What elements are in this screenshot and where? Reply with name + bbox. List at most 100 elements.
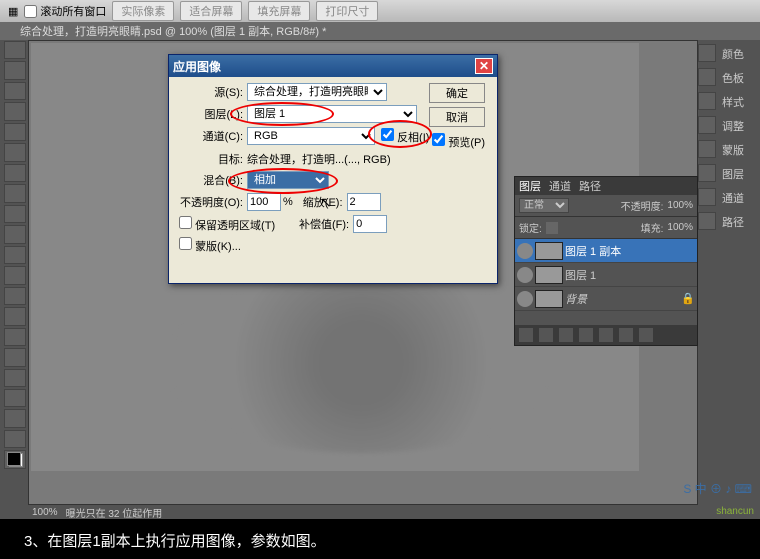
scroll-all-checkbox[interactable]: 滚动所有窗口 bbox=[24, 3, 106, 19]
opacity-input[interactable] bbox=[247, 193, 281, 211]
adjustment-icon[interactable] bbox=[579, 328, 593, 342]
layers-panel-icon[interactable] bbox=[698, 164, 716, 182]
zoom-tool-icon[interactable] bbox=[4, 430, 26, 448]
crop-tool-icon[interactable] bbox=[4, 123, 26, 141]
fg-color-icon[interactable] bbox=[7, 452, 21, 466]
eraser-tool-icon[interactable] bbox=[4, 246, 26, 264]
right-sidebar: 颜色 色板 样式 调整 蒙版 图层 通道 路径 bbox=[698, 40, 760, 500]
link-icon[interactable] bbox=[519, 328, 533, 342]
target-label: 目标: bbox=[179, 151, 247, 167]
scale-input[interactable] bbox=[347, 193, 381, 211]
cancel-button[interactable]: 取消 bbox=[429, 107, 485, 127]
mask-icon[interactable] bbox=[559, 328, 573, 342]
channels-panel-icon[interactable] bbox=[698, 188, 716, 206]
blur-tool-icon[interactable] bbox=[4, 287, 26, 305]
pen-tool-icon[interactable] bbox=[4, 328, 26, 346]
close-icon[interactable]: ✕ bbox=[475, 58, 493, 74]
layer-thumbnail[interactable] bbox=[535, 290, 563, 308]
preview-checkbox[interactable]: 预览(P) bbox=[432, 133, 485, 150]
invert-checkbox[interactable]: 反相(I) bbox=[381, 128, 429, 145]
new-layer-icon[interactable] bbox=[619, 328, 633, 342]
ok-button[interactable]: 确定 bbox=[429, 83, 485, 103]
fit-screen-button[interactable]: 适合屏幕 bbox=[180, 1, 242, 21]
type-tool-icon[interactable] bbox=[4, 348, 26, 366]
layer-thumbnail[interactable] bbox=[535, 242, 563, 260]
actual-pixels-button[interactable]: 实际像素 bbox=[112, 1, 174, 21]
preserve-checkbox[interactable]: 保留透明区域(T) bbox=[179, 216, 299, 233]
layer-name: 背景 bbox=[565, 291, 587, 307]
path-tool-icon[interactable] bbox=[4, 369, 26, 387]
brush-tool-icon[interactable] bbox=[4, 184, 26, 202]
color-label[interactable]: 颜色 bbox=[718, 44, 760, 63]
offset-input[interactable] bbox=[353, 215, 387, 233]
image-content bbox=[171, 273, 551, 453]
channel-select[interactable]: RGB bbox=[247, 127, 375, 145]
blend-label: 混合(B): bbox=[179, 172, 247, 188]
stamp-tool-icon[interactable] bbox=[4, 205, 26, 223]
group-icon[interactable] bbox=[599, 328, 613, 342]
print-size-button[interactable]: 打印尺寸 bbox=[316, 1, 378, 21]
tab-layers[interactable]: 图层 bbox=[519, 178, 541, 194]
lock-icon: 🔒 bbox=[681, 292, 695, 305]
paths-label[interactable]: 路径 bbox=[718, 212, 760, 231]
apply-image-dialog: 应用图像 ✕ 确定 取消 预览(P) 源(S): 综合处理，打造明亮眼睛... … bbox=[168, 54, 498, 284]
channels-label[interactable]: 通道 bbox=[718, 188, 760, 207]
color-swatch[interactable] bbox=[4, 450, 26, 468]
styles-panel-icon[interactable] bbox=[698, 92, 716, 110]
layer-label: 图层(L): bbox=[179, 106, 247, 122]
tab-channels[interactable]: 通道 bbox=[549, 178, 571, 194]
visibility-icon[interactable] bbox=[517, 291, 533, 307]
dodge-tool-icon[interactable] bbox=[4, 307, 26, 325]
trash-icon[interactable] bbox=[639, 328, 653, 342]
swatch-panel-icon[interactable] bbox=[698, 68, 716, 86]
document-tab[interactable]: 综合处理，打造明亮眼睛.psd @ 100% (图层 1 副本, RGB/8#)… bbox=[0, 22, 760, 40]
healing-tool-icon[interactable] bbox=[4, 164, 26, 182]
blend-select[interactable]: 相加 bbox=[247, 171, 329, 189]
channel-label: 通道(C): bbox=[179, 128, 247, 144]
color-panel-icon[interactable] bbox=[698, 44, 716, 62]
styles-label[interactable]: 样式 bbox=[718, 92, 760, 111]
panel-tabs: 图层 通道 路径 bbox=[515, 177, 697, 195]
marquee-tool-icon[interactable] bbox=[4, 61, 26, 79]
fx-icon[interactable] bbox=[539, 328, 553, 342]
tutorial-caption: 3、在图层1副本上执行应用图像，参数如图。 bbox=[0, 522, 760, 558]
dialog-titlebar[interactable]: 应用图像 ✕ bbox=[169, 55, 497, 77]
layer-row[interactable]: 背景 🔒 bbox=[515, 287, 697, 311]
move-tool-icon[interactable] bbox=[4, 41, 26, 59]
masks-panel-icon[interactable] bbox=[698, 140, 716, 158]
wand-tool-icon[interactable] bbox=[4, 102, 26, 120]
lasso-tool-icon[interactable] bbox=[4, 82, 26, 100]
adjust-label[interactable]: 调整 bbox=[718, 116, 760, 135]
layer-name: 图层 1 bbox=[565, 267, 596, 283]
visibility-icon[interactable] bbox=[517, 243, 533, 259]
layer-name: 图层 1 副本 bbox=[565, 243, 621, 259]
gradient-tool-icon[interactable] bbox=[4, 266, 26, 284]
tab-paths[interactable]: 路径 bbox=[579, 178, 601, 194]
watermark: shancun bbox=[716, 506, 754, 517]
paths-panel-icon[interactable] bbox=[698, 212, 716, 230]
visibility-icon[interactable] bbox=[517, 267, 533, 283]
target-value: 综合处理，打造明...(..., RGB) bbox=[247, 151, 391, 167]
eyedropper-tool-icon[interactable] bbox=[4, 143, 26, 161]
adjust-panel-icon[interactable] bbox=[698, 116, 716, 134]
masks-label[interactable]: 蒙版 bbox=[718, 140, 760, 159]
offset-label: 补偿值(F): bbox=[299, 216, 349, 232]
history-brush-icon[interactable] bbox=[4, 225, 26, 243]
layer-row[interactable]: 图层 1 bbox=[515, 263, 697, 287]
lock-icon[interactable] bbox=[546, 222, 558, 234]
opacity-label: 不透明度(O): bbox=[179, 194, 247, 210]
zoom-level[interactable]: 100% bbox=[32, 507, 58, 518]
mask-checkbox[interactable]: 蒙版(K)... bbox=[179, 237, 241, 254]
fill-screen-button[interactable]: 填充屏幕 bbox=[248, 1, 310, 21]
swatch-label[interactable]: 色板 bbox=[718, 68, 760, 87]
blend-mode-select[interactable]: 正常 bbox=[519, 198, 569, 213]
source-select[interactable]: 综合处理，打造明亮眼睛... bbox=[247, 83, 387, 101]
layers-label[interactable]: 图层 bbox=[718, 164, 760, 183]
shape-tool-icon[interactable] bbox=[4, 389, 26, 407]
layer-select[interactable]: 图层 1 bbox=[247, 105, 417, 123]
hand-tool-icon[interactable] bbox=[4, 409, 26, 427]
layer-thumbnail[interactable] bbox=[535, 266, 563, 284]
ime-icons: S 中 ⊕ ♪ ⌨ bbox=[683, 480, 752, 497]
tool-panel bbox=[2, 40, 28, 470]
layer-row[interactable]: 图层 1 副本 bbox=[515, 239, 697, 263]
